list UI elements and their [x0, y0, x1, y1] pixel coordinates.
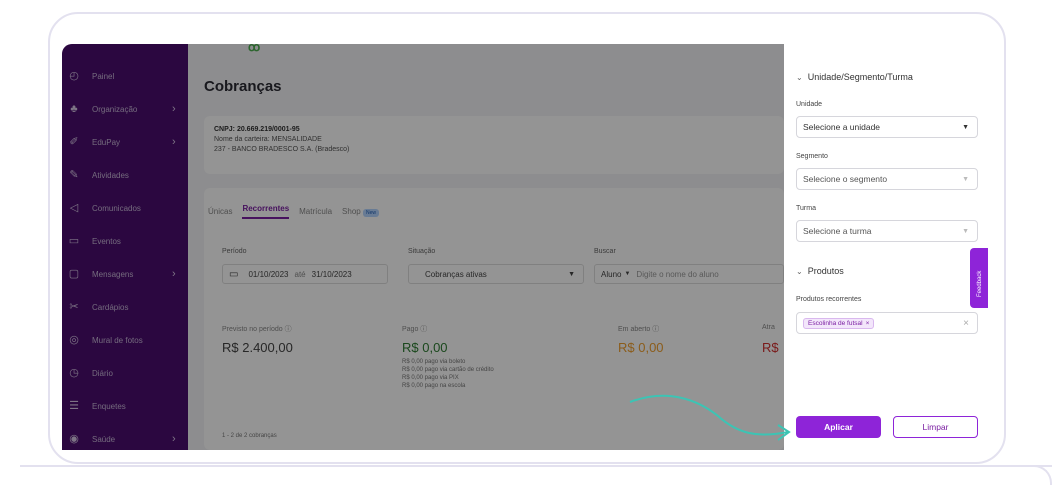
clear-icon[interactable]: × — [963, 318, 969, 329]
unit-select[interactable]: Selecione a unidade ▼ — [796, 116, 978, 138]
divider-curve — [1030, 465, 1052, 485]
filter-panel: ⌄ Unidade/Segmento/Turma Unidade Selecio… — [784, 44, 988, 450]
unit-segment-class-section[interactable]: ⌄ Unidade/Segmento/Turma — [796, 72, 913, 82]
products-select[interactable]: Escolinha de futsal × × — [796, 312, 978, 334]
products-label: Produtos recorrentes — [796, 296, 862, 303]
chevron-down-icon: ▼ — [962, 175, 969, 183]
unit-label: Unidade — [796, 101, 823, 108]
feedback-tab[interactable]: Feedback — [970, 248, 988, 308]
section-title: Unidade/Segmento/Turma — [807, 72, 913, 82]
divider-line — [20, 465, 1052, 467]
clear-button[interactable]: Limpar — [893, 416, 978, 438]
pointer-arrow-icon — [629, 394, 791, 441]
chevron-down-icon: ⌄ — [796, 72, 803, 82]
feedback-label: Feedback — [977, 270, 983, 297]
apply-button[interactable]: Aplicar — [796, 416, 881, 438]
class-value: Selecione a turma — [803, 226, 872, 236]
product-chip-label: Escolinha de futsal — [808, 319, 863, 327]
segment-label: Segmento — [796, 153, 828, 160]
chevron-down-icon: ⌄ — [796, 266, 803, 276]
product-chip[interactable]: Escolinha de futsal × — [803, 317, 875, 329]
segment-select[interactable]: Selecione o segmento ▼ — [796, 168, 978, 190]
chevron-down-icon: ▼ — [962, 123, 969, 131]
class-select[interactable]: Selecione a turma ▼ — [796, 220, 978, 242]
products-section[interactable]: ⌄ Produtos — [796, 266, 844, 276]
chevron-down-icon: ▼ — [962, 227, 969, 235]
section-title: Produtos — [807, 266, 844, 276]
unit-value: Selecione a unidade — [803, 122, 881, 132]
app-window: ◴ Painel ♣ Organização › ✐ EduPay › ✎ Atividades ◁… — [62, 44, 988, 450]
close-icon[interactable]: × — [866, 320, 870, 327]
segment-value: Selecione o segmento — [803, 174, 888, 184]
class-label: Turma — [796, 205, 816, 212]
modal-overlay[interactable] — [62, 44, 784, 450]
